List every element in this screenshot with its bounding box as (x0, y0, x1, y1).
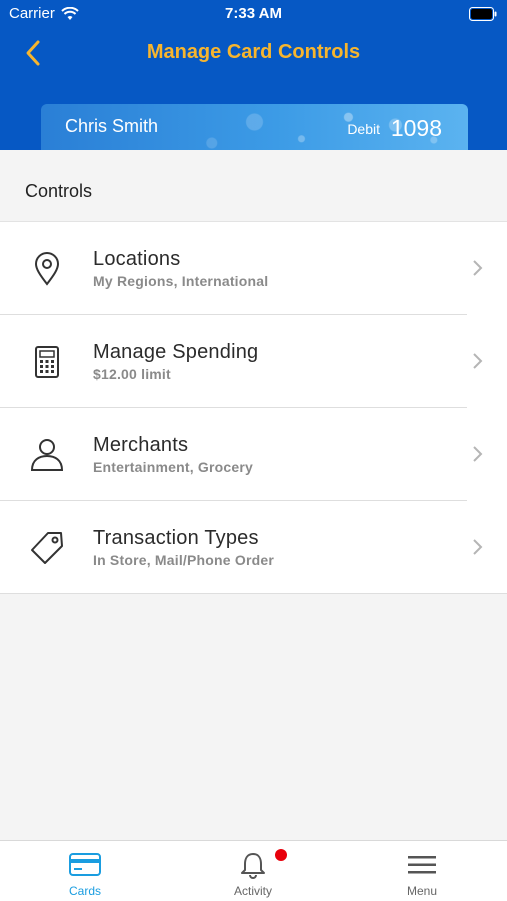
card-banner[interactable]: Chris Smith Debit 1098 (41, 104, 468, 150)
row-subtitle: In Store, Mail/Phone Order (93, 552, 275, 568)
tab-label: Menu (406, 884, 438, 898)
card-holder-name: Chris Smith (65, 116, 159, 136)
row-title: Locations (93, 248, 181, 270)
header: Carrier 7:33 AM Manage Card Controls Chr… (0, 0, 507, 150)
bell-icon (241, 853, 265, 879)
chevron-right-icon (473, 446, 483, 462)
page-title: Manage Card Controls (146, 41, 361, 63)
tab-cards[interactable]: Cards (35, 841, 135, 901)
chevron-right-icon (473, 353, 483, 369)
row-subtitle: Entertainment, Grocery (93, 459, 253, 475)
tab-menu[interactable]: Menu (372, 841, 472, 901)
row-subtitle: My Regions, International (93, 273, 269, 289)
person-icon (30, 439, 64, 471)
controls-section-header: Controls (0, 150, 507, 222)
status-time: 7:33 AM (225, 5, 282, 22)
section-title: Controls (25, 181, 93, 201)
tab-label: Cards (68, 884, 101, 898)
row-title: Transaction Types (93, 527, 259, 549)
control-list: Locations My Regions, International Mana… (0, 222, 507, 594)
row-title: Manage Spending (93, 341, 259, 363)
control-row-transaction-types[interactable]: Transaction Types In Store, Mail/Phone O… (0, 501, 507, 594)
control-row-locations[interactable]: Locations My Regions, International (0, 222, 507, 315)
location-pin-icon (34, 252, 60, 286)
notification-badge (275, 849, 287, 861)
hamburger-menu-icon (408, 856, 436, 874)
card-last4: 1098 (390, 115, 442, 141)
chevron-right-icon (473, 260, 483, 276)
chevron-right-icon (473, 539, 483, 555)
calculator-icon (35, 346, 59, 378)
control-row-merchants[interactable]: Merchants Entertainment, Grocery (0, 408, 507, 501)
tab-activity[interactable]: Activity (203, 841, 303, 901)
row-title: Merchants (93, 434, 189, 456)
status-bar: Carrier 7:33 AM (0, 0, 507, 30)
row-subtitle: $12.00 limit (93, 366, 171, 382)
tab-label: Activity (233, 884, 272, 898)
card-type: Debit (347, 121, 380, 137)
control-row-manage-spending[interactable]: Manage Spending $12.00 limit (0, 315, 507, 408)
tab-bar: Cards Activity Menu (0, 840, 507, 901)
battery-icon (469, 7, 497, 21)
tag-icon (31, 532, 63, 564)
card-icon (69, 853, 101, 876)
